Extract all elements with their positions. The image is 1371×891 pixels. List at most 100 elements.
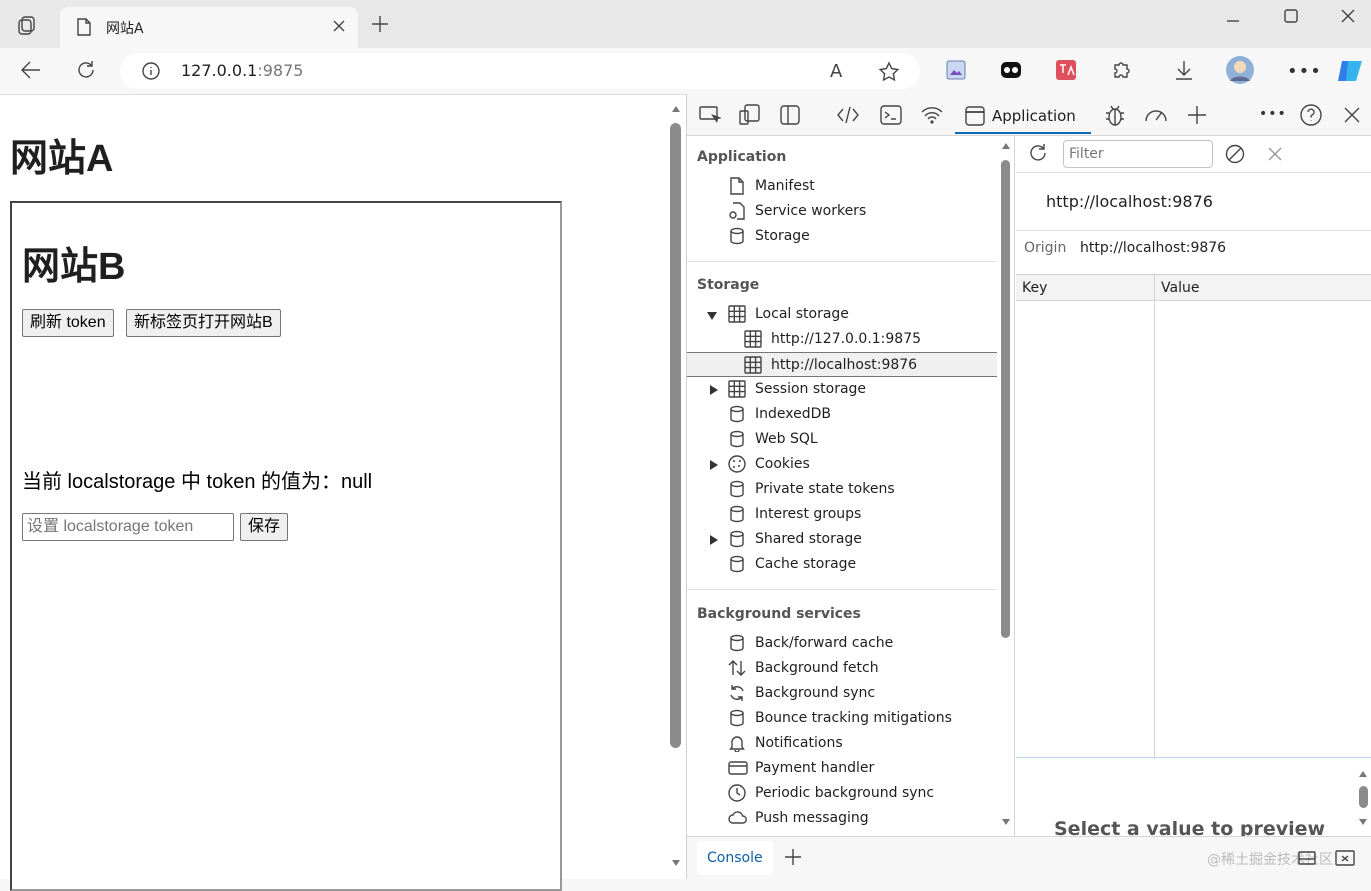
downloads-icon[interactable] <box>1174 59 1194 81</box>
sidebar-item-cookies[interactable]: Cookies <box>687 452 997 477</box>
sidebar-item-origin-9876[interactable]: http://localhost:9876 <box>687 352 997 377</box>
scroll-down-icon[interactable] <box>671 859 681 867</box>
refresh-token-button[interactable]: 刷新 token <box>22 309 114 337</box>
page-scrollbar[interactable] <box>670 123 681 748</box>
collapsed-triangle-icon[interactable] <box>710 535 718 545</box>
sidebar-item-bounce-tracking[interactable]: Bounce tracking mitigations <box>687 706 997 731</box>
toolbar-divider <box>1016 172 1371 173</box>
help-icon[interactable] <box>1299 103 1323 127</box>
close-window-icon[interactable] <box>1341 9 1355 23</box>
preview-scrollbar[interactable] <box>1359 786 1368 808</box>
read-aloud-icon[interactable]: A <box>830 61 842 82</box>
sidebar-item-back-forward-cache[interactable]: Back/forward cache <box>687 631 997 656</box>
extension-game-icon[interactable] <box>1000 59 1022 81</box>
refresh-icon[interactable] <box>75 59 97 81</box>
sidebar-item-background-fetch[interactable]: Background fetch <box>687 656 997 681</box>
sidebar-item-periodic-background-sync[interactable]: Periodic background sync <box>687 781 997 806</box>
undock-drawer-icon[interactable] <box>1298 849 1316 867</box>
key-column-header[interactable]: Key <box>1022 280 1047 296</box>
network-tab-icon[interactable] <box>920 105 944 125</box>
favorite-star-icon[interactable] <box>878 61 900 83</box>
devtools-more-icon[interactable]: ••• <box>1259 106 1287 122</box>
site-b-heading: 网站B <box>22 246 126 288</box>
sidebar-item-indexeddb[interactable]: IndexedDB <box>687 402 997 427</box>
sidebar-scrollbar[interactable] <box>1001 160 1010 638</box>
cookie-icon <box>728 455 746 473</box>
refresh-storage-icon[interactable] <box>1027 142 1049 164</box>
performance-gauge-icon[interactable] <box>1143 104 1169 126</box>
minimize-icon[interactable] <box>1226 14 1240 28</box>
sidebar-item-storage-overview[interactable]: Storage <box>687 224 997 249</box>
more-tools-plus-icon[interactable] <box>1187 105 1207 125</box>
site-b-iframe: 网站B 刷新 token 新标签页打开网站B 当前 localstorage 中… <box>10 201 562 891</box>
sidebar-item-push-messaging[interactable]: Push messaging <box>687 806 997 831</box>
translate-extension-icon[interactable] <box>1055 59 1077 81</box>
database-icon <box>728 709 746 727</box>
issues-bug-icon[interactable] <box>1104 103 1126 127</box>
clock-icon <box>728 784 746 802</box>
close-tab-icon[interactable] <box>332 19 346 33</box>
sidebar-item-interest-groups[interactable]: Interest groups <box>687 502 997 527</box>
back-arrow-icon[interactable] <box>20 60 42 80</box>
expanded-triangle-icon[interactable] <box>707 312 717 320</box>
new-tab-icon[interactable] <box>370 14 390 34</box>
address-bar[interactable]: 127.0.0.1:9875 A <box>120 53 920 89</box>
extension-image-icon[interactable] <box>946 60 966 80</box>
token-input[interactable] <box>22 513 234 541</box>
key-value-table[interactable]: Key Value <box>1016 274 1371 759</box>
bell-icon <box>728 734 746 752</box>
collapsed-triangle-icon[interactable] <box>710 460 718 470</box>
sidebar-item-web-sql[interactable]: Web SQL <box>687 427 997 452</box>
filter-input[interactable] <box>1063 140 1213 168</box>
inspect-element-icon[interactable] <box>699 105 721 125</box>
scroll-up-icon[interactable] <box>671 105 681 113</box>
table-grid-icon <box>744 356 762 374</box>
drawer-tab-console[interactable]: Console <box>697 841 773 875</box>
sidebar-item-local-storage[interactable]: Local storage <box>687 302 997 327</box>
elements-tab-icon[interactable] <box>836 105 860 125</box>
site-info-icon[interactable] <box>142 62 160 80</box>
url-text[interactable]: 127.0.0.1:9875 <box>181 61 303 80</box>
more-menu-icon[interactable]: ••• <box>1287 61 1322 82</box>
sidebar-item-manifest[interactable]: Manifest <box>687 174 997 199</box>
application-sidebar: Application Manifest Service workers Sto… <box>687 136 1015 836</box>
sidebar-item-origin-9875[interactable]: http://127.0.0.1:9875 <box>687 327 997 352</box>
tab-application[interactable]: Application <box>955 98 1091 134</box>
preview-scroll-down-icon[interactable] <box>1358 818 1368 826</box>
drawer-add-tab-icon[interactable] <box>784 848 802 866</box>
delete-selected-icon[interactable] <box>1267 146 1283 162</box>
open-new-tab-button[interactable]: 新标签页打开网站B <box>126 309 281 337</box>
sidebar-item-private-state-tokens[interactable]: Private state tokens <box>687 477 997 502</box>
clear-all-icon[interactable] <box>1225 144 1245 164</box>
collapsed-triangle-icon[interactable] <box>710 385 718 395</box>
sidebar-item-cache-storage[interactable]: Cache storage <box>687 552 997 577</box>
column-divider[interactable] <box>1154 275 1155 759</box>
sidebar-scroll-up-icon[interactable] <box>1001 142 1011 150</box>
sidebar-scroll-down-icon[interactable] <box>1001 818 1011 826</box>
copilot-icon[interactable] <box>1334 55 1366 87</box>
sidebar-item-payment-handler[interactable]: Payment handler <box>687 756 997 781</box>
sidebar-item-service-workers[interactable]: Service workers <box>687 199 997 224</box>
close-drawer-icon[interactable] <box>1335 849 1355 867</box>
save-button[interactable]: 保存 <box>240 513 289 541</box>
maximize-icon[interactable] <box>1284 9 1298 23</box>
browser-tab-strip: 网站A <box>0 0 1371 48</box>
close-devtools-icon[interactable] <box>1343 106 1361 124</box>
console-tab-icon[interactable] <box>880 104 902 126</box>
page-viewport: 网站A 网站B 刷新 token 新标签页打开网站B 当前 localstora… <box>0 94 686 891</box>
preview-scroll-up-icon[interactable] <box>1358 770 1368 778</box>
table-grid-icon <box>728 305 746 323</box>
device-emulation-icon[interactable] <box>739 104 761 126</box>
sidebar-item-notifications[interactable]: Notifications <box>687 731 997 756</box>
dock-side-icon[interactable] <box>780 105 800 125</box>
browser-tab[interactable]: 网站A <box>60 7 358 48</box>
extensions-puzzle-icon[interactable] <box>1111 59 1133 81</box>
database-icon <box>728 227 746 245</box>
value-column-header[interactable]: Value <box>1161 280 1199 296</box>
sidebar-item-shared-storage[interactable]: Shared storage <box>687 527 997 552</box>
workspaces-icon[interactable] <box>16 14 38 36</box>
profile-avatar-icon[interactable] <box>1225 55 1255 85</box>
database-icon <box>728 555 746 573</box>
sidebar-item-background-sync[interactable]: Background sync <box>687 681 997 706</box>
sidebar-item-session-storage[interactable]: Session storage <box>687 377 997 402</box>
